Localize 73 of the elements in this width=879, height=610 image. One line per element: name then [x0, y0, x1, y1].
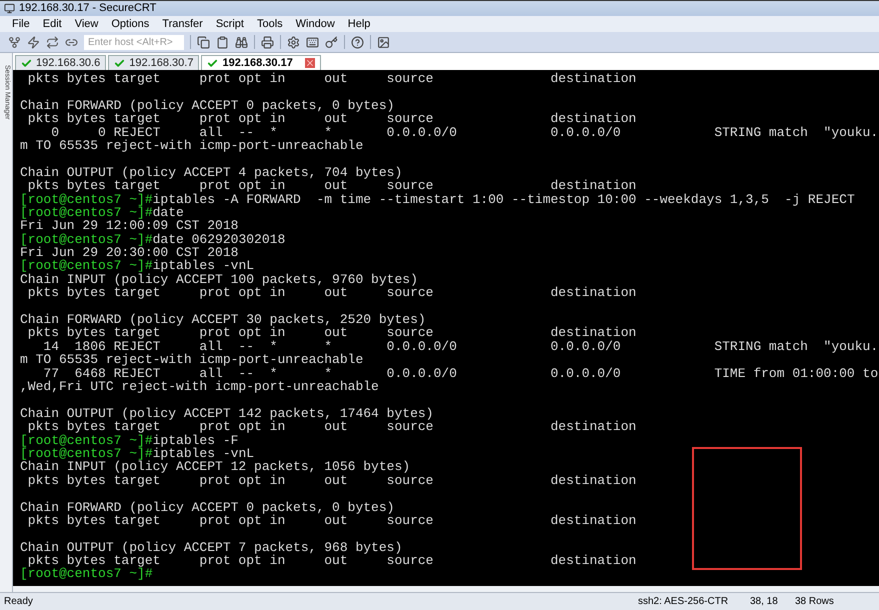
- terminal-line: Chain INPUT (policy ACCEPT 100 packets, 9760 bytes): [20, 272, 418, 286]
- check-icon: [21, 58, 32, 68]
- check-icon: [114, 58, 126, 68]
- clipboard-icon[interactable]: [216, 36, 229, 48]
- image-icon[interactable]: [377, 36, 390, 48]
- keyboard-icon[interactable]: [306, 36, 319, 48]
- menu-item[interactable]: View: [74, 16, 98, 32]
- check-icon: [207, 58, 218, 68]
- terminal-line: 14 1806 REJECT all -- * * 0.0.0.0/0 0.0.0.0/0 STRING match "youku.: [43, 340, 878, 354]
- shell-command: iptables -vnL: [152, 259, 254, 273]
- close-icon[interactable]: [304, 58, 315, 68]
- terminal-line: pkts bytes target prot opt in out source destination: [26, 326, 636, 340]
- terminal-line: pkts bytes target prot opt in out source destination: [26, 514, 636, 528]
- menu-item[interactable]: Script: [216, 16, 244, 32]
- terminal-line: ,Wed,Fri UTC reject-with icmp-port-unreachable: [20, 380, 379, 394]
- shell-prompt: [root@centos7 ~]#: [20, 206, 153, 220]
- shell-prompt: [root@centos7 ~]#: [20, 192, 153, 206]
- shell-prompt: [root@centos7 ~]#: [20, 259, 153, 273]
- cursor-position: 38, 18: [750, 595, 779, 609]
- lightning-icon[interactable]: [27, 36, 40, 48]
- menu-item[interactable]: File: [12, 16, 30, 32]
- terminal-line: pkts bytes target prot opt in out source destination: [26, 420, 636, 434]
- settings-icon[interactable]: [287, 36, 300, 48]
- shell-command: iptables -F: [152, 434, 238, 447]
- terminal-line: Fri Jun 29 12:00:09 CST 2018: [20, 219, 238, 233]
- terminal-line: Fri Jun 29 20:30:00 CST 2018: [20, 246, 238, 260]
- menu-item[interactable]: Help: [348, 16, 370, 32]
- session-tab[interactable]: 192.168.30.17: [201, 55, 321, 70]
- binoculars-icon[interactable]: [235, 36, 248, 48]
- terminal-line: 77 6468 REJECT all -- * * 0.0.0.0/0 0.0.0.0/0 TIME from 01:00:00 to: [43, 366, 878, 380]
- terminal-line: Chain OUTPUT (policy ACCEPT 4 packets, 704 bytes): [20, 166, 402, 180]
- shell-prompt: [root@centos7 ~]#: [20, 567, 153, 581]
- terminal-line: Chain OUTPUT (policy ACCEPT 7 packets, 968 bytes): [20, 540, 402, 554]
- menu-item[interactable]: Tools: [256, 16, 283, 32]
- connect-icon[interactable]: [8, 36, 21, 48]
- terminal-line: Chain OUTPUT (policy ACCEPT 142 packets, 17464 bytes): [20, 406, 434, 420]
- help-icon[interactable]: [351, 36, 364, 48]
- window-title: 192.168.30.17 - SecureCRT: [19, 1, 156, 16]
- host-field[interactable]: Enter host <Alt+R>: [84, 34, 184, 50]
- terminal-line: pkts bytes target prot opt in out source destination: [26, 112, 636, 126]
- terminal-line: Chain FORWARD (policy ACCEPT 30 packets, 2520 bytes): [20, 313, 426, 326]
- menu-item[interactable]: Edit: [42, 16, 62, 32]
- terminal-line: Chain INPUT (policy ACCEPT 12 packets, 1056 bytes): [20, 460, 410, 474]
- key-icon[interactable]: [325, 36, 338, 48]
- cipher-text: ssh2: AES-256-CTR: [638, 595, 730, 609]
- session-tab[interactable]: 192.168.30.6: [15, 55, 106, 70]
- shell-command: iptables -A FORWARD -m time --timestart 1:00 --timestop 10:00 --weekdays 1,3,5 -j REJECT: [152, 192, 855, 206]
- shell-prompt: [root@centos7 ~]#: [20, 232, 153, 246]
- copy-icon[interactable]: [197, 36, 210, 48]
- session-tab[interactable]: 192.168.30.7: [108, 55, 200, 70]
- repeat-icon[interactable]: [46, 36, 59, 48]
- status-text: Ready: [4, 595, 33, 609]
- shell-command: iptables -vnL: [152, 446, 254, 460]
- shell-command: date: [152, 206, 184, 220]
- menu-item[interactable]: Options: [111, 16, 150, 32]
- terminal-line: pkts bytes target prot opt in out source destination: [28, 554, 636, 568]
- rows-count: 38 Rows: [795, 595, 835, 609]
- shell-command: date 062920302018: [152, 232, 286, 246]
- terminal-line: pkts bytes target prot opt in out source destination: [26, 179, 636, 193]
- terminal-line: 0 0 REJECT all -- * * 0.0.0.0/0 0.0.0.0/0 STRING match "youku.: [51, 126, 878, 139]
- shell-prompt: [root@centos7 ~]#: [20, 446, 153, 460]
- terminal-line: pkts bytes target prot opt in out source destination: [26, 72, 636, 86]
- menu-item[interactable]: Transfer: [162, 16, 203, 32]
- shell-prompt: [root@centos7 ~]#: [20, 434, 153, 447]
- terminal-line: Chain FORWARD (policy ACCEPT 0 packets, 0 bytes): [20, 500, 394, 514]
- terminal-line: m TO 65535 reject-with icmp-port-unreachable: [20, 138, 364, 152]
- terminal-line: pkts bytes target prot opt in out source destination: [26, 474, 636, 488]
- menu-item[interactable]: Window: [296, 16, 335, 32]
- terminal-line: pkts bytes target prot opt in out source destination: [26, 286, 636, 300]
- terminal-line: m TO 65535 reject-with icmp-port-unreachable: [20, 353, 364, 367]
- terminal[interactable]: [13, 70, 879, 586]
- printer-icon[interactable]: [261, 36, 274, 48]
- terminal-line: Chain FORWARD (policy ACCEPT 0 packets, 0 bytes): [20, 98, 394, 112]
